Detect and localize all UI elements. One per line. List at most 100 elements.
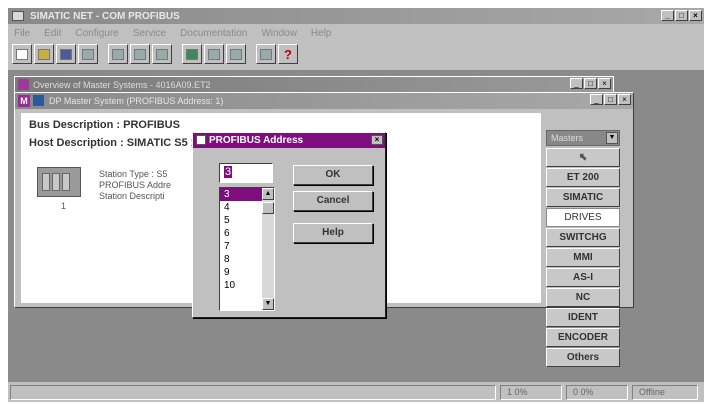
child1-close-button[interactable]: × — [598, 78, 611, 89]
slave-type-panel: Masters ▼ ⬉ ET 200 SIMATIC DRIVES SWITCH… — [546, 130, 620, 368]
menu-configure[interactable]: Configure — [75, 28, 118, 39]
print-preview-button[interactable] — [256, 44, 276, 64]
station-info: Station Type : S5 PROFIBUS Addre Station… — [99, 169, 171, 202]
list-item[interactable]: 4 — [220, 201, 262, 214]
print-button[interactable] — [78, 44, 98, 64]
scroll-up-icon[interactable]: ▲ — [262, 188, 274, 200]
slave-button-simatic[interactable]: SIMATIC — [546, 188, 620, 207]
help-question-icon: ? — [284, 46, 292, 62]
menu-service[interactable]: Service — [133, 28, 166, 39]
doc-icon — [33, 95, 44, 106]
menu-documentation[interactable]: Documentation — [180, 28, 247, 39]
station-type: Station Type : S5 — [99, 169, 168, 179]
statusbar: 1 0% 0 0% Offline — [8, 382, 704, 402]
slave-button-mmi[interactable]: MMI — [546, 248, 620, 267]
window-controls: _ □ × — [661, 10, 702, 21]
list-item[interactable]: 10 — [220, 279, 262, 292]
copy-button[interactable] — [130, 44, 150, 64]
context-help-button[interactable]: ? — [278, 44, 298, 64]
paste-button[interactable] — [152, 44, 172, 64]
network-icon — [186, 48, 198, 60]
address-value: 3 — [224, 166, 233, 178]
menu-help[interactable]: Help — [311, 28, 332, 39]
window-icon — [18, 79, 29, 90]
cut-icon — [112, 48, 124, 60]
list-item[interactable]: 3 — [220, 188, 262, 201]
dialog-titlebar[interactable]: PROFIBUS Address × — [193, 133, 385, 148]
station-icon[interactable] — [37, 167, 81, 197]
slave-button-drives[interactable]: DRIVES — [546, 208, 620, 227]
save-icon — [60, 48, 72, 60]
child2-minimize-button[interactable]: _ — [590, 94, 603, 105]
preview-icon — [260, 48, 272, 60]
cancel-button[interactable]: Cancel — [293, 191, 373, 211]
dialog-title: PROFIBUS Address — [209, 135, 304, 146]
slave-button-nc[interactable]: NC — [546, 288, 620, 307]
master-overview-title: Overview of Master Systems - 4016A09.ET2 — [33, 80, 211, 90]
child2-maximize-button[interactable]: □ — [604, 94, 617, 105]
profibus-address-dialog: PROFIBUS Address × 3 3 4 5 6 7 8 9 10 ▲ … — [192, 132, 386, 318]
dialog-icon — [196, 135, 206, 145]
app-icon — [12, 11, 24, 21]
help-button[interactable]: Help — [293, 223, 373, 243]
dp-master-titlebar[interactable]: M DP Master System (PROFIBUS Address: 1)… — [15, 93, 633, 109]
paste-icon — [156, 48, 168, 60]
list-item[interactable]: 5 — [220, 214, 262, 227]
slave-button-ident[interactable]: IDENT — [546, 308, 620, 327]
config-button[interactable] — [226, 44, 246, 64]
master-system-button[interactable] — [182, 44, 202, 64]
status-message — [10, 385, 496, 400]
slave-button-encoder[interactable]: ENCODER — [546, 328, 620, 347]
address-input[interactable]: 3 — [219, 163, 273, 183]
list-item[interactable]: 8 — [220, 253, 262, 266]
dp-master-title: DP Master System (PROFIBUS Address: 1) — [49, 96, 224, 106]
menubar: File Edit Configure Service Documentatio… — [8, 25, 704, 41]
menu-file[interactable]: File — [14, 28, 30, 39]
address-listbox[interactable]: 3 4 5 6 7 8 9 10 ▲ ▼ — [219, 187, 275, 311]
child1-maximize-button[interactable]: □ — [584, 78, 597, 89]
scroll-down-icon[interactable]: ▼ — [262, 298, 274, 310]
bus-description: Bus Description : PROFIBUS — [29, 119, 180, 131]
cut-button[interactable] — [108, 44, 128, 64]
list-item[interactable]: 7 — [220, 240, 262, 253]
station-description: Station Descripti — [99, 191, 165, 201]
close-button[interactable]: × — [689, 10, 702, 21]
open-folder-icon — [38, 48, 50, 60]
child1-minimize-button[interactable]: _ — [570, 78, 583, 89]
list-item[interactable]: 6 — [220, 227, 262, 240]
open-file-button[interactable] — [34, 44, 54, 64]
save-button[interactable] — [56, 44, 76, 64]
master-overview-titlebar[interactable]: Overview of Master Systems - 4016A09.ET2… — [15, 77, 613, 93]
app-titlebar[interactable]: SIMATIC NET - COM PROFIBUS _ □ × — [8, 8, 704, 24]
menu-edit[interactable]: Edit — [44, 28, 61, 39]
cursor-icon: ⬉ — [578, 152, 588, 163]
child2-close-button[interactable]: × — [618, 94, 631, 105]
address-list-scrollbar[interactable]: ▲ ▼ — [262, 188, 274, 310]
scroll-thumb[interactable] — [262, 202, 274, 214]
new-file-button[interactable] — [12, 44, 32, 64]
child1-controls: _ □ × — [570, 78, 611, 89]
slave-family-dropdown[interactable]: Masters ▼ — [546, 130, 620, 146]
slave-button-as-i[interactable]: AS-I — [546, 268, 620, 287]
slave-button[interactable] — [204, 44, 224, 64]
pointer-button[interactable]: ⬉ — [546, 148, 620, 167]
maximize-button[interactable]: □ — [675, 10, 688, 21]
toolbar: ? — [12, 44, 298, 66]
ok-button[interactable]: OK — [293, 165, 373, 185]
config-icon — [230, 48, 242, 60]
slave-button-switchg[interactable]: SWITCHG — [546, 228, 620, 247]
child2-controls: _ □ × — [590, 94, 631, 105]
menu-window[interactable]: Window — [261, 28, 297, 39]
dialog-close-icon[interactable]: × — [371, 135, 383, 145]
minimize-button[interactable]: _ — [661, 10, 674, 21]
status-field-3: 0 0% — [566, 385, 628, 400]
chevron-down-icon[interactable]: ▼ — [606, 132, 618, 144]
app-title: SIMATIC NET - COM PROFIBUS — [30, 10, 180, 22]
copy-icon — [134, 48, 146, 60]
slave-button-others[interactable]: Others — [546, 348, 620, 367]
print-icon — [82, 48, 94, 60]
master-system-icon: M — [18, 95, 30, 107]
list-item[interactable]: 9 — [220, 266, 262, 279]
slave-button-et200[interactable]: ET 200 — [546, 168, 620, 187]
station-icon — [208, 48, 220, 60]
